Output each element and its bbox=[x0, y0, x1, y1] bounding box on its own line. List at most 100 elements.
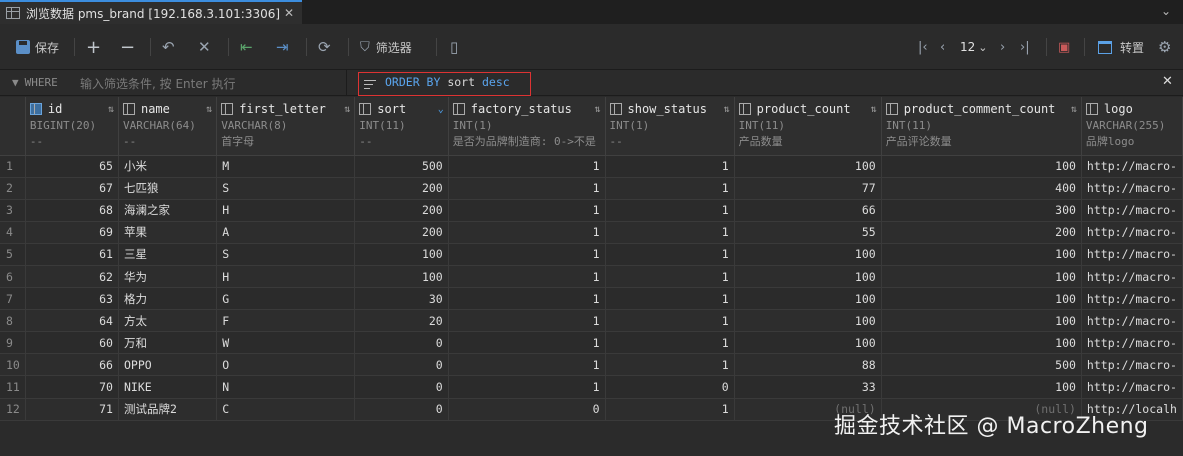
table-row[interactable]: 6 62 华为 H 100 1 1 100 100 http://macro- bbox=[0, 265, 1183, 289]
cell-factory-status[interactable]: 1 bbox=[448, 199, 606, 222]
prev-page-button[interactable]: ‹ bbox=[940, 36, 945, 58]
cell-product-count[interactable]: 100 bbox=[734, 331, 882, 355]
undo-button[interactable]: ↶ bbox=[162, 36, 175, 58]
column-header-name[interactable]: name ⇅ VARCHAR(64) -- bbox=[118, 97, 218, 156]
table-row[interactable]: 10 66 OPPO O 0 1 1 88 500 http://macro- bbox=[0, 353, 1183, 377]
column-header-product-count[interactable]: product_count ⇅ INT(11) 产品数量 bbox=[734, 97, 882, 156]
cell-sort[interactable]: 0 bbox=[354, 353, 449, 377]
settings-button[interactable]: ⚙ bbox=[1158, 36, 1171, 58]
cell-factory-status[interactable]: 1 bbox=[448, 265, 606, 289]
cell-product-comment-count[interactable]: 100 bbox=[881, 265, 1082, 289]
next-page-button[interactable]: › bbox=[1000, 36, 1005, 58]
cell-first-letter[interactable]: H bbox=[216, 199, 356, 222]
row-number[interactable]: 2 bbox=[0, 177, 26, 200]
sort-toggle-icon[interactable]: ⇅ bbox=[1071, 104, 1077, 115]
cell-first-letter[interactable]: O bbox=[216, 353, 356, 377]
row-number[interactable]: 12 bbox=[0, 398, 26, 421]
cell-product-count[interactable]: 66 bbox=[734, 199, 882, 222]
column-header-product-comment-count[interactable]: product_comment_count ⇅ INT(11) 产品评论数量 bbox=[881, 97, 1082, 156]
cell-name[interactable]: OPPO bbox=[118, 353, 218, 377]
transpose-button[interactable]: 转置 bbox=[1098, 36, 1144, 58]
cell-product-comment-count[interactable]: 100 bbox=[881, 331, 1082, 355]
cell-logo[interactable]: http://macro- bbox=[1081, 287, 1183, 311]
column-header-show-status[interactable]: show_status ⇅ INT(1) -- bbox=[605, 97, 735, 156]
cell-name[interactable]: NIKE bbox=[118, 375, 218, 399]
cell-factory-status[interactable]: 1 bbox=[448, 353, 606, 377]
column-header-sort[interactable]: sort ⌄ INT(11) -- bbox=[354, 97, 449, 156]
cell-factory-status[interactable]: 1 bbox=[448, 331, 606, 355]
cell-name[interactable]: 格力 bbox=[118, 287, 218, 311]
cell-id[interactable]: 64 bbox=[25, 309, 119, 333]
cell-sort[interactable]: 0 bbox=[354, 375, 449, 399]
sort-toggle-icon[interactable]: ⇅ bbox=[871, 104, 877, 115]
cell-product-count[interactable]: 33 bbox=[734, 375, 882, 399]
cell-logo[interactable]: http://macro- bbox=[1081, 375, 1183, 399]
cell-show-status[interactable]: 1 bbox=[605, 309, 735, 333]
cell-first-letter[interactable]: M bbox=[216, 155, 356, 178]
page-number-select[interactable]: 12 ⌄ bbox=[960, 36, 988, 58]
form-view-button[interactable]: ▯ bbox=[450, 36, 458, 58]
cell-name[interactable]: 小米 bbox=[118, 155, 218, 178]
cell-sort[interactable]: 200 bbox=[354, 177, 449, 200]
cell-name[interactable]: 苹果 bbox=[118, 221, 218, 244]
cell-id[interactable]: 62 bbox=[25, 265, 119, 289]
cell-name[interactable]: 海澜之家 bbox=[118, 199, 218, 222]
cell-sort[interactable]: 200 bbox=[354, 199, 449, 222]
cell-id[interactable]: 63 bbox=[25, 287, 119, 311]
cell-product-count[interactable]: 100 bbox=[734, 243, 882, 266]
cell-product-comment-count[interactable]: 100 bbox=[881, 243, 1082, 266]
first-page-button[interactable]: |‹ bbox=[918, 36, 928, 58]
close-icon[interactable]: ✕ bbox=[1162, 74, 1173, 89]
cell-product-count[interactable]: 55 bbox=[734, 221, 882, 244]
cell-show-status[interactable]: 1 bbox=[605, 265, 735, 289]
table-row[interactable]: 4 69 苹果 A 200 1 1 55 200 http://macro- bbox=[0, 221, 1183, 244]
cell-first-letter[interactable]: A bbox=[216, 221, 356, 244]
cell-first-letter[interactable]: C bbox=[216, 398, 356, 421]
stop-button[interactable]: ▣ bbox=[1058, 36, 1070, 58]
cell-product-count[interactable]: 77 bbox=[734, 177, 882, 200]
save-button[interactable]: 保存 bbox=[16, 36, 59, 58]
cell-sort[interactable]: 30 bbox=[354, 287, 449, 311]
cell-show-status[interactable]: 1 bbox=[605, 331, 735, 355]
cell-first-letter[interactable]: F bbox=[216, 309, 356, 333]
cell-id[interactable]: 67 bbox=[25, 177, 119, 200]
cell-first-letter[interactable]: N bbox=[216, 375, 356, 399]
cell-id[interactable]: 70 bbox=[25, 375, 119, 399]
row-number[interactable]: 3 bbox=[0, 199, 26, 222]
cell-product-comment-count[interactable]: 100 bbox=[881, 309, 1082, 333]
cell-product-comment-count[interactable]: 200 bbox=[881, 221, 1082, 244]
column-header-logo[interactable]: logo VARCHAR(255) 品牌logo bbox=[1081, 97, 1183, 156]
table-row[interactable]: 5 61 三星 S 100 1 1 100 100 http://macro- bbox=[0, 243, 1183, 266]
filter-button[interactable]: ⛉ 筛选器 bbox=[360, 36, 412, 58]
cell-logo[interactable]: http://macro- bbox=[1081, 199, 1183, 222]
cell-name[interactable]: 三星 bbox=[118, 243, 218, 266]
cell-show-status[interactable]: 1 bbox=[605, 353, 735, 377]
cell-product-comment-count[interactable]: 500 bbox=[881, 353, 1082, 377]
refresh-button[interactable]: ⟳ bbox=[318, 36, 331, 58]
cell-first-letter[interactable]: H bbox=[216, 265, 356, 289]
cell-product-count[interactable]: 88 bbox=[734, 353, 882, 377]
row-number[interactable]: 11 bbox=[0, 375, 26, 399]
table-row[interactable]: 9 60 万和 W 0 1 1 100 100 http://macro- bbox=[0, 331, 1183, 355]
cell-product-count[interactable]: 100 bbox=[734, 309, 882, 333]
row-number[interactable]: 6 bbox=[0, 265, 26, 289]
cell-id[interactable]: 65 bbox=[25, 155, 119, 178]
cell-product-comment-count[interactable]: 100 bbox=[881, 375, 1082, 399]
table-row[interactable]: 2 67 七匹狼 S 200 1 1 77 400 http://macro- bbox=[0, 177, 1183, 200]
table-row[interactable]: 3 68 海澜之家 H 200 1 1 66 300 http://macro- bbox=[0, 199, 1183, 222]
add-row-button[interactable]: + bbox=[86, 36, 101, 58]
cell-logo[interactable]: http://macro- bbox=[1081, 177, 1183, 200]
cell-sort[interactable]: 100 bbox=[354, 265, 449, 289]
sort-desc-icon[interactable]: ⌄ bbox=[438, 104, 444, 115]
table-row[interactable]: 8 64 方太 F 20 1 1 100 100 http://macro- bbox=[0, 309, 1183, 333]
cell-factory-status[interactable]: 0 bbox=[448, 398, 606, 421]
cell-logo[interactable]: http://macro- bbox=[1081, 155, 1183, 178]
sort-toggle-icon[interactable]: ⇅ bbox=[344, 104, 350, 115]
cell-name[interactable]: 方太 bbox=[118, 309, 218, 333]
cell-name[interactable]: 万和 bbox=[118, 331, 218, 355]
cell-product-comment-count[interactable]: 400 bbox=[881, 177, 1082, 200]
cell-logo[interactable]: http://macro- bbox=[1081, 309, 1183, 333]
cell-logo[interactable]: http://macro- bbox=[1081, 353, 1183, 377]
sort-toggle-icon[interactable]: ⇅ bbox=[594, 104, 600, 115]
cell-show-status[interactable]: 1 bbox=[605, 221, 735, 244]
